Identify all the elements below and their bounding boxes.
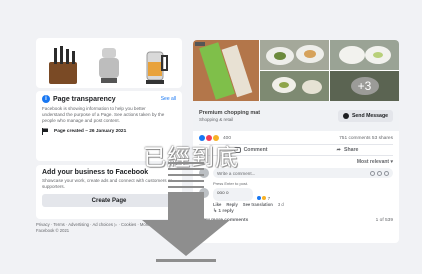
share-label: Share — [343, 147, 359, 153]
post-title: Premium chopping mat — [199, 110, 261, 116]
chopping-mat-photo — [193, 40, 259, 101]
product-thumbnails — [36, 38, 182, 88]
flag-icon — [42, 128, 48, 135]
product-thumbnail[interactable] — [88, 41, 130, 88]
wow-reaction-icon — [262, 196, 267, 200]
more-photos-tile[interactable]: +3 — [330, 71, 399, 101]
post-photo[interactable] — [260, 71, 329, 101]
post-subtitle: Shopping & retail — [199, 117, 234, 122]
send-message-button[interactable]: Send Message — [337, 110, 393, 122]
see-translation-link[interactable]: See translation — [243, 202, 273, 207]
page-created-text: Page created – 26 January 2021 — [54, 129, 127, 134]
composer-icons — [370, 170, 389, 176]
page-transparency-title: Page transparency — [53, 95, 116, 103]
knife-block-image — [49, 45, 77, 84]
food-photo — [260, 40, 329, 70]
arrow-down-icon — [142, 162, 230, 262]
product-thumbnail[interactable] — [42, 41, 84, 88]
juicer-image — [99, 47, 119, 83]
gif-icon[interactable] — [384, 170, 389, 176]
emoji-icon[interactable] — [370, 170, 375, 176]
see-all-link[interactable]: See all — [161, 96, 176, 102]
post-product-bar: Premium chopping mat Shopping & retail S… — [193, 101, 399, 131]
food-photo — [260, 71, 329, 101]
comment-label: Comment — [243, 147, 268, 153]
share-icon: ➦ — [336, 147, 341, 153]
page-transparency-description: Facebook is showing information to help … — [42, 106, 165, 123]
comments-shares-count[interactable]: 751 comments 53 shares — [339, 136, 393, 141]
comment-reaction-count: 7 — [267, 196, 271, 201]
info-icon: i — [42, 95, 50, 103]
comments-pagination: 1 of 539 — [375, 218, 393, 223]
comment-time: 3 d — [277, 202, 284, 207]
page-stage: i Page transparency See all Facebook is … — [0, 0, 422, 274]
photo-grid: +3 — [260, 40, 399, 101]
like-reaction-icon — [257, 196, 261, 200]
post-photo[interactable] — [330, 40, 399, 70]
comment-input[interactable]: Write a comment... — [213, 168, 393, 178]
page-transparency-heading: i Page transparency — [42, 95, 116, 103]
camera-icon[interactable] — [377, 170, 382, 176]
post-photo[interactable] — [260, 40, 329, 70]
food-photo — [330, 40, 399, 70]
post-photo[interactable] — [193, 40, 259, 101]
product-thumbnail[interactable] — [134, 41, 176, 88]
messenger-icon — [342, 113, 349, 119]
photo-gallery: +3 — [193, 40, 399, 101]
share-button[interactable]: ➦ Share — [337, 147, 359, 153]
more-photos-count: +3 — [330, 71, 399, 101]
comment-reaction[interactable]: 7 — [257, 196, 270, 201]
page-created-row: Page created – 26 January 2021 — [42, 128, 176, 135]
send-message-label: Send Message — [351, 113, 388, 119]
kettle-image — [146, 51, 168, 84]
